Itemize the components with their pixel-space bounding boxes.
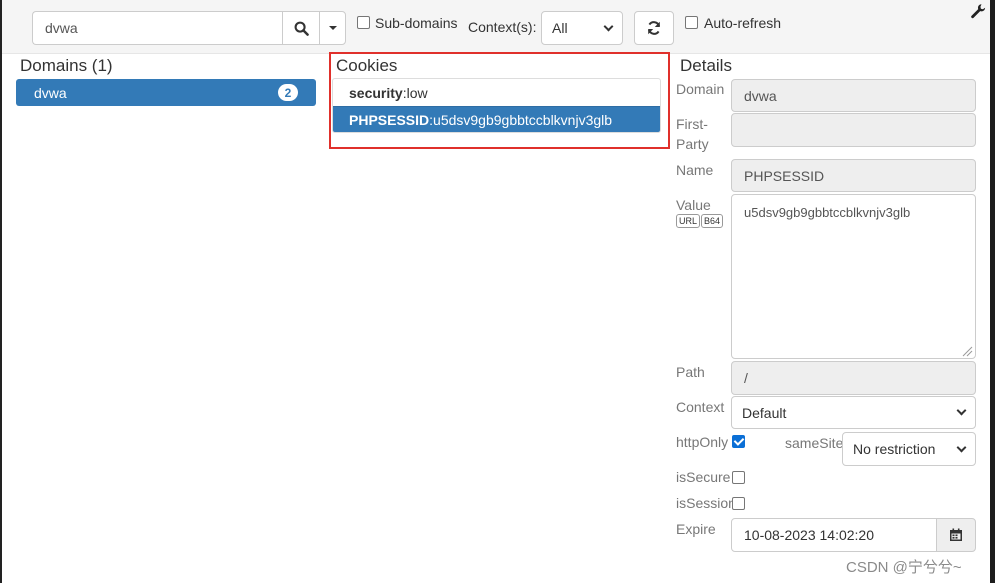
domain-cookie-count-badge: 2 (278, 84, 298, 101)
resize-handle-icon[interactable] (961, 345, 973, 357)
domain-item-label: dvwa (34, 84, 67, 101)
httponly-checkbox[interactable] (732, 435, 745, 448)
watermark: CSDN @宁兮兮~ (846, 559, 962, 576)
chevron-down-icon (956, 442, 967, 452)
search-button[interactable] (282, 11, 320, 45)
wrench-icon[interactable] (970, 3, 986, 19)
autorefresh-label: Auto-refresh (704, 15, 782, 31)
calendar-button[interactable] (936, 518, 976, 552)
path-label: Path (676, 364, 705, 380)
name-field[interactable]: PHPSESSID (731, 159, 976, 192)
b64-decode-button[interactable]: B64 (701, 214, 724, 228)
chevron-down-icon (956, 405, 967, 416)
url-decode-button[interactable]: URL (676, 214, 701, 228)
issession-label: isSession (676, 495, 736, 511)
cookie-value: :low (402, 84, 428, 101)
subdomains-checkbox[interactable] (357, 16, 370, 29)
issession-checkbox[interactable] (732, 497, 745, 510)
contexts-label: Context(s): (468, 19, 537, 35)
expire-label: Expire (676, 521, 716, 537)
autorefresh-checkbox[interactable] (685, 16, 698, 29)
firstparty-label-line2: Party (676, 136, 709, 152)
cookie-name: PHPSESSID (349, 112, 430, 128)
value-label: Value (676, 197, 711, 213)
details-title: Details (680, 56, 732, 75)
httponly-label: httpOnly (676, 434, 729, 450)
domain-item[interactable]: dvwa 2 (16, 79, 316, 106)
search-input[interactable] (32, 11, 282, 45)
calendar-icon (950, 528, 962, 541)
context-select[interactable]: Default (731, 396, 976, 429)
refresh-icon (648, 21, 660, 35)
path-field[interactable]: / (731, 361, 976, 395)
contexts-select[interactable]: All (541, 11, 623, 45)
refresh-button[interactable] (634, 11, 674, 45)
name-label: Name (676, 162, 714, 178)
subdomains-label: Sub-domains (375, 15, 458, 31)
samesite-label: sameSite (785, 435, 844, 451)
window-edge-left (0, 0, 2, 583)
search-dropdown-button[interactable] (319, 11, 346, 45)
samesite-select[interactable]: No restriction (842, 432, 976, 466)
window-edge-right (990, 0, 995, 583)
firstparty-field[interactable] (731, 113, 976, 147)
cookie-item-security[interactable]: security:low (333, 79, 660, 106)
domain-field[interactable]: dvwa (731, 79, 976, 112)
chevron-down-icon (603, 21, 614, 31)
issecure-checkbox[interactable] (732, 471, 745, 484)
issecure-label: isSecure (676, 469, 731, 485)
cookie-list: security:low PHPSESSID:u5dsv9gb9gbbtccbl… (332, 78, 661, 133)
context-label: Context (676, 399, 725, 415)
cookie-item-phpsessid[interactable]: PHPSESSID:u5dsv9gb9gbbtccblkvnjv3glb (333, 106, 660, 132)
value-textarea[interactable]: u5dsv9gb9gbbtccblkvnjv3glb (731, 194, 976, 359)
caret-down-icon (328, 26, 337, 30)
cookie-value: :u5dsv9gb9gbbtccblkvnjv3glb (429, 112, 613, 128)
samesite-select-value: No restriction (853, 441, 936, 457)
value-text: u5dsv9gb9gbbtccblkvnjv3glb (744, 205, 911, 220)
search-icon (294, 21, 309, 36)
firstparty-label-line1: First- (676, 116, 708, 132)
contexts-select-value: All (552, 20, 568, 36)
expire-field[interactable]: 10-08-2023 14:02:20 (731, 518, 937, 552)
context-select-value: Default (742, 404, 787, 421)
cookie-name: security (349, 84, 403, 101)
domains-title: Domains (1) (20, 56, 113, 75)
domain-label: Domain (676, 81, 725, 97)
